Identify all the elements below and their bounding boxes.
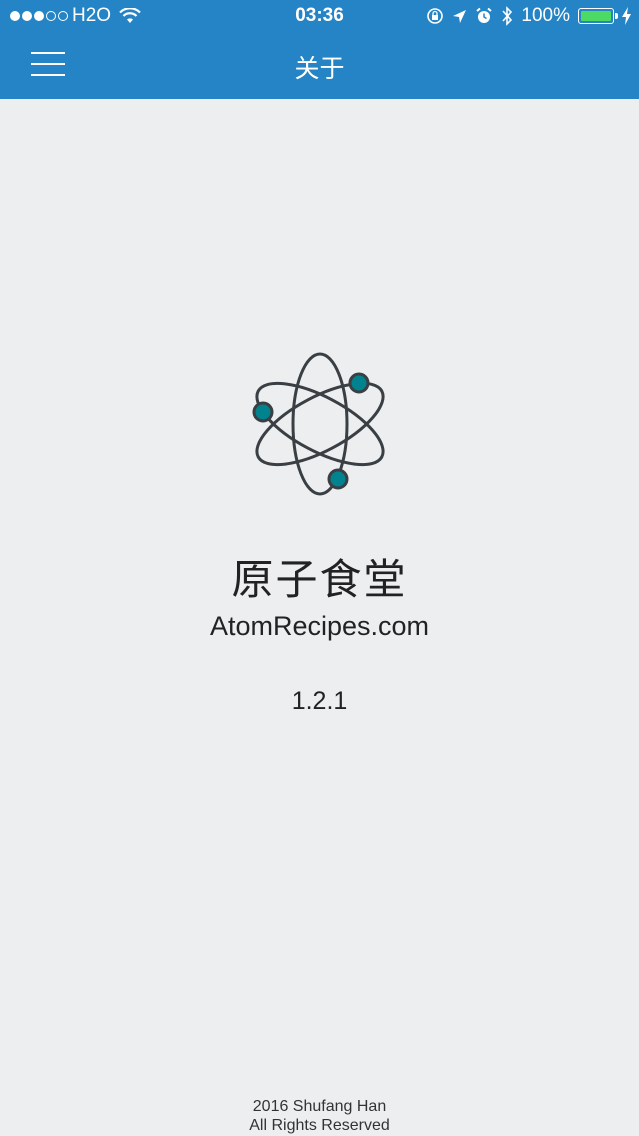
- alarm-clock-icon: [476, 7, 493, 23]
- charging-bolt-icon: [622, 7, 631, 25]
- battery-icon: [578, 8, 618, 24]
- page-title: 关于: [294, 54, 345, 83]
- electron: [327, 468, 349, 490]
- website-link[interactable]: AtomRecipes.com: [0, 611, 639, 642]
- bluetooth-icon: [502, 6, 513, 26]
- copyright-text: 2016 Shufang Han: [252, 1098, 387, 1115]
- battery-percentage: 100%: [521, 5, 570, 26]
- app-version: 1.2.1: [291, 687, 348, 715]
- electron: [348, 372, 370, 394]
- battery-tip: [615, 13, 618, 19]
- app-name: 原子食堂: [231, 555, 408, 604]
- rights-text: All Rights Reserved: [249, 1117, 390, 1134]
- location-arrow-icon: [453, 9, 467, 23]
- footer: 2016 Shufang Han All Rights Reserved: [0, 1097, 639, 1135]
- electron: [252, 401, 274, 423]
- nav-bar: H2O 03:36 100% 关于: [0, 0, 639, 99]
- status-bar: H2O 03:36 100%: [0, 0, 639, 32]
- battery-level: [581, 11, 611, 21]
- atom-icon: [252, 352, 385, 496]
- orientation-lock-icon: [427, 8, 444, 24]
- status-right: 100%: [426, 4, 631, 28]
